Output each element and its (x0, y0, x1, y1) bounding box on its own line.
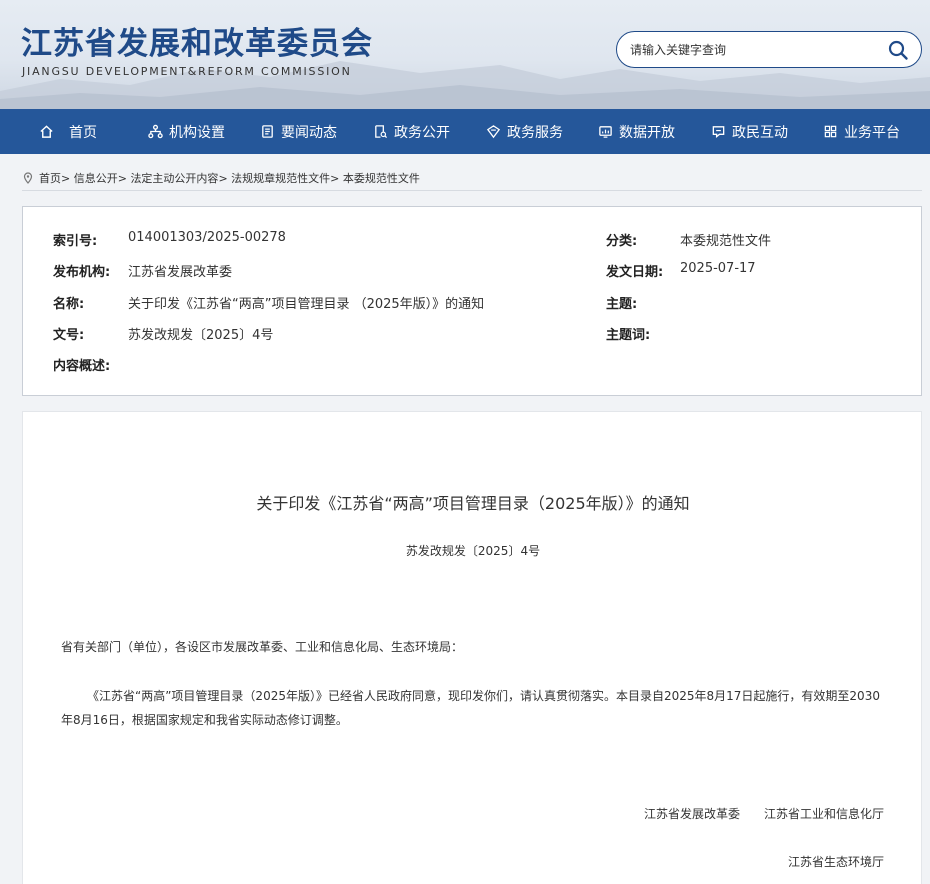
signatory-ecology: 江苏省生态环境厅 (788, 855, 885, 869)
nav-label: 政务服务 (507, 124, 563, 141)
main-nav: 首页 机构设置 要闻动态 政务公开 政务服务 数据开放 政民互动 业务平台 (0, 109, 930, 154)
category-value: 本委规范性文件 (680, 234, 772, 249)
keywords-label: 主题词: (606, 328, 651, 343)
date-label: 发文日期: (606, 265, 664, 280)
news-icon (262, 125, 273, 138)
breadcrumb-separator: > (330, 171, 340, 185)
document-metadata: 索引号: 014001303/2025-00278 分类: 本委规范性文件 发布… (22, 206, 922, 396)
nav-item-organization[interactable]: 机构设置 (148, 109, 225, 154)
breadcrumb-separator: > (117, 171, 127, 185)
article-body: 《江苏省“两高”项目管理目录（2025年版）》已经省人民政府同意，现印发你们，请… (61, 689, 880, 727)
name-label: 名称: (53, 297, 85, 312)
nav-label: 政民互动 (732, 124, 788, 141)
summary-label: 内容概述: (53, 359, 111, 374)
category-label: 分类: (606, 234, 638, 249)
breadcrumb-link-statutory[interactable]: 法定主动公开内容 (130, 170, 218, 186)
breadcrumb-link-normative-docs[interactable]: 本委规范性文件 (343, 170, 420, 186)
signatory-ndrc: 江苏省发展改革委 (644, 807, 741, 821)
index-value: 014001303/2025-00278 (128, 230, 286, 245)
article-doc-number: 苏发改规发〔2025〕4号 (405, 544, 541, 558)
name-value: 关于印发《江苏省“两高”项目管理目录 （2025年版）》的通知 (128, 297, 485, 312)
article-salutation: 省有关部门（单位），各设区市发展改革委、工业和信息化局、生态环境局： (61, 640, 464, 654)
signatory-miit: 江苏省工业和信息化厅 (764, 807, 885, 821)
document-search-icon (375, 125, 388, 139)
nav-item-gov-service[interactable]: 政务服务 (486, 109, 563, 154)
nav-item-gov-info[interactable]: 政务公开 (373, 109, 450, 154)
site-title: 江苏省发展和改革委员会 (21, 26, 373, 62)
site-subtitle: JIANGSU DEVELOPMENT&REFORM COMMISSION (22, 65, 352, 78)
breadcrumb-link-regulations[interactable]: 法规规章规范性文件 (231, 170, 330, 186)
index-label: 索引号: (53, 234, 98, 249)
article-content: 关于印发《江苏省“两高”项目管理目录（2025年版）》的通知 苏发改规发〔202… (22, 411, 922, 884)
home-icon (40, 125, 53, 138)
nav-item-home[interactable]: 首页 (39, 109, 97, 154)
date-value: 2025-07-17 (680, 261, 756, 276)
breadcrumb-divider (22, 190, 922, 191)
search-box (616, 31, 922, 68)
search-input[interactable] (630, 40, 880, 60)
chat-icon (712, 126, 725, 139)
nav-label: 首页 (69, 124, 97, 141)
breadcrumb-link-home[interactable]: 首页 (39, 170, 61, 186)
service-icon (486, 125, 501, 139)
nav-item-news[interactable]: 要闻动态 (260, 109, 337, 154)
publisher-value: 江苏省发展改革委 (128, 265, 233, 280)
subject-label: 主题: (606, 297, 638, 312)
nav-item-business-platform[interactable]: 业务平台 (823, 109, 900, 154)
docno-label: 文号: (53, 328, 85, 343)
nav-label: 机构设置 (169, 124, 225, 141)
breadcrumb-link-info[interactable]: 信息公开 (74, 170, 118, 186)
search-icon[interactable] (887, 39, 909, 61)
breadcrumb: 首页 > 信息公开 > 法定主动公开内容 > 法规规章规范性文件 > 本委规范性文件 (22, 167, 922, 189)
nav-label: 要闻动态 (281, 124, 337, 141)
location-pin-icon (23, 172, 33, 184)
nav-label: 政务公开 (394, 124, 450, 141)
breadcrumb-separator: > (218, 171, 228, 185)
article-title: 关于印发《江苏省“两高”项目管理目录（2025年版）》的通知 (256, 494, 690, 513)
nav-item-interaction[interactable]: 政民互动 (711, 109, 788, 154)
nav-item-open-data[interactable]: 数据开放 (598, 109, 675, 154)
nav-label: 业务平台 (844, 124, 900, 141)
monitor-chart-icon (599, 126, 612, 138)
org-chart-icon (148, 124, 163, 139)
publisher-label: 发布机构: (53, 265, 111, 280)
site-header: 江苏省发展和改革委员会 JIANGSU DEVELOPMENT&REFORM C… (0, 0, 930, 109)
nav-label: 数据开放 (619, 124, 675, 141)
breadcrumb-separator: > (61, 171, 71, 185)
grid-icon (824, 125, 837, 138)
docno-value: 苏发改规发〔2025〕4号 (128, 328, 274, 343)
